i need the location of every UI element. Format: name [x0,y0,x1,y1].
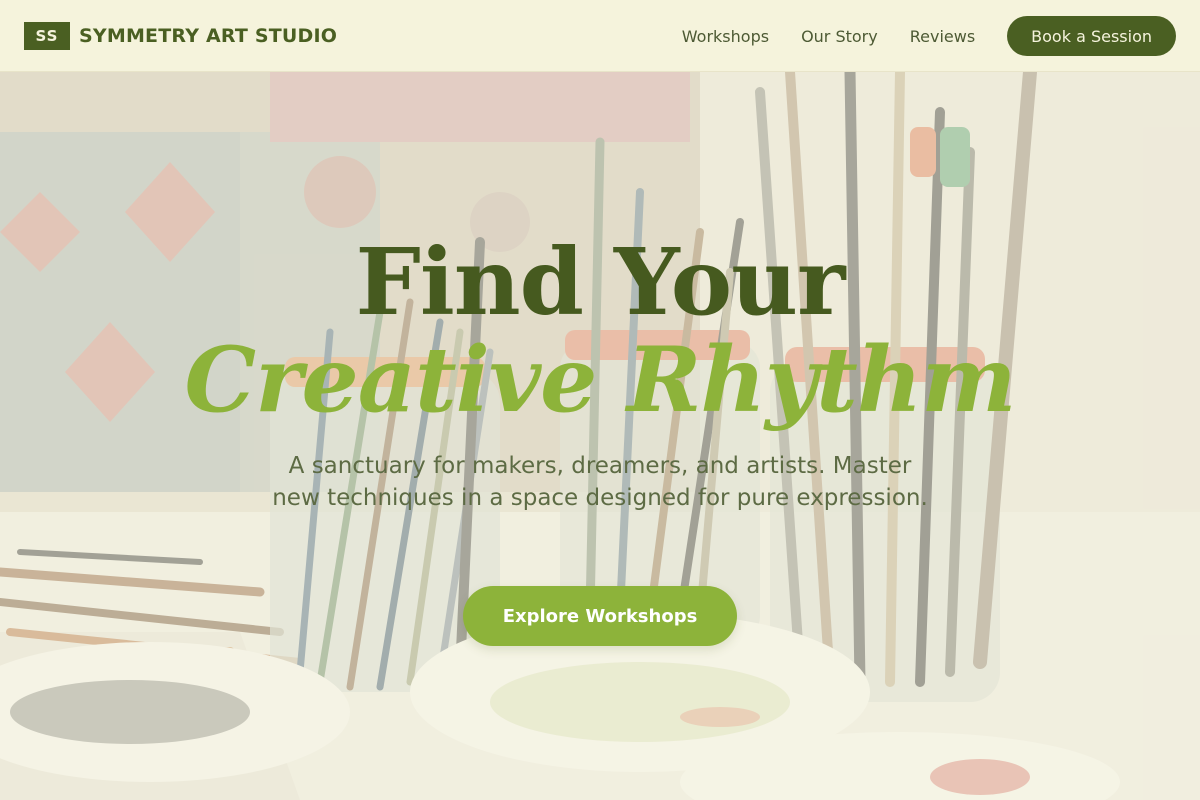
nav-link-reviews[interactable]: Reviews [910,27,975,46]
hero-title-line1: Find Your [355,228,846,336]
brand-logo[interactable]: SS SYMMETRY ART STUDIO [24,22,337,50]
page: SS SYMMETRY ART STUDIO Workshops Our Sto… [0,0,1200,800]
nav-link-workshops[interactable]: Workshops [682,27,769,46]
brand-mark: SS [24,22,70,50]
brand-name: SYMMETRY ART STUDIO [79,25,338,47]
book-session-button[interactable]: Book a Session [1007,16,1176,56]
navbar: SS SYMMETRY ART STUDIO Workshops Our Sto… [0,0,1200,72]
hero-title-line2: Creative Rhythm [184,327,1016,433]
hero-section [0,72,1200,800]
nav-link-our-story[interactable]: Our Story [801,27,878,46]
hero-subtitle: A sanctuary for makers, dreamers, and ar… [272,453,928,511]
explore-workshops-button[interactable]: Explore Workshops [463,586,737,646]
nav-links: Workshops Our Story Reviews Book a Sessi… [682,16,1176,56]
hero-overlay [0,72,1200,800]
